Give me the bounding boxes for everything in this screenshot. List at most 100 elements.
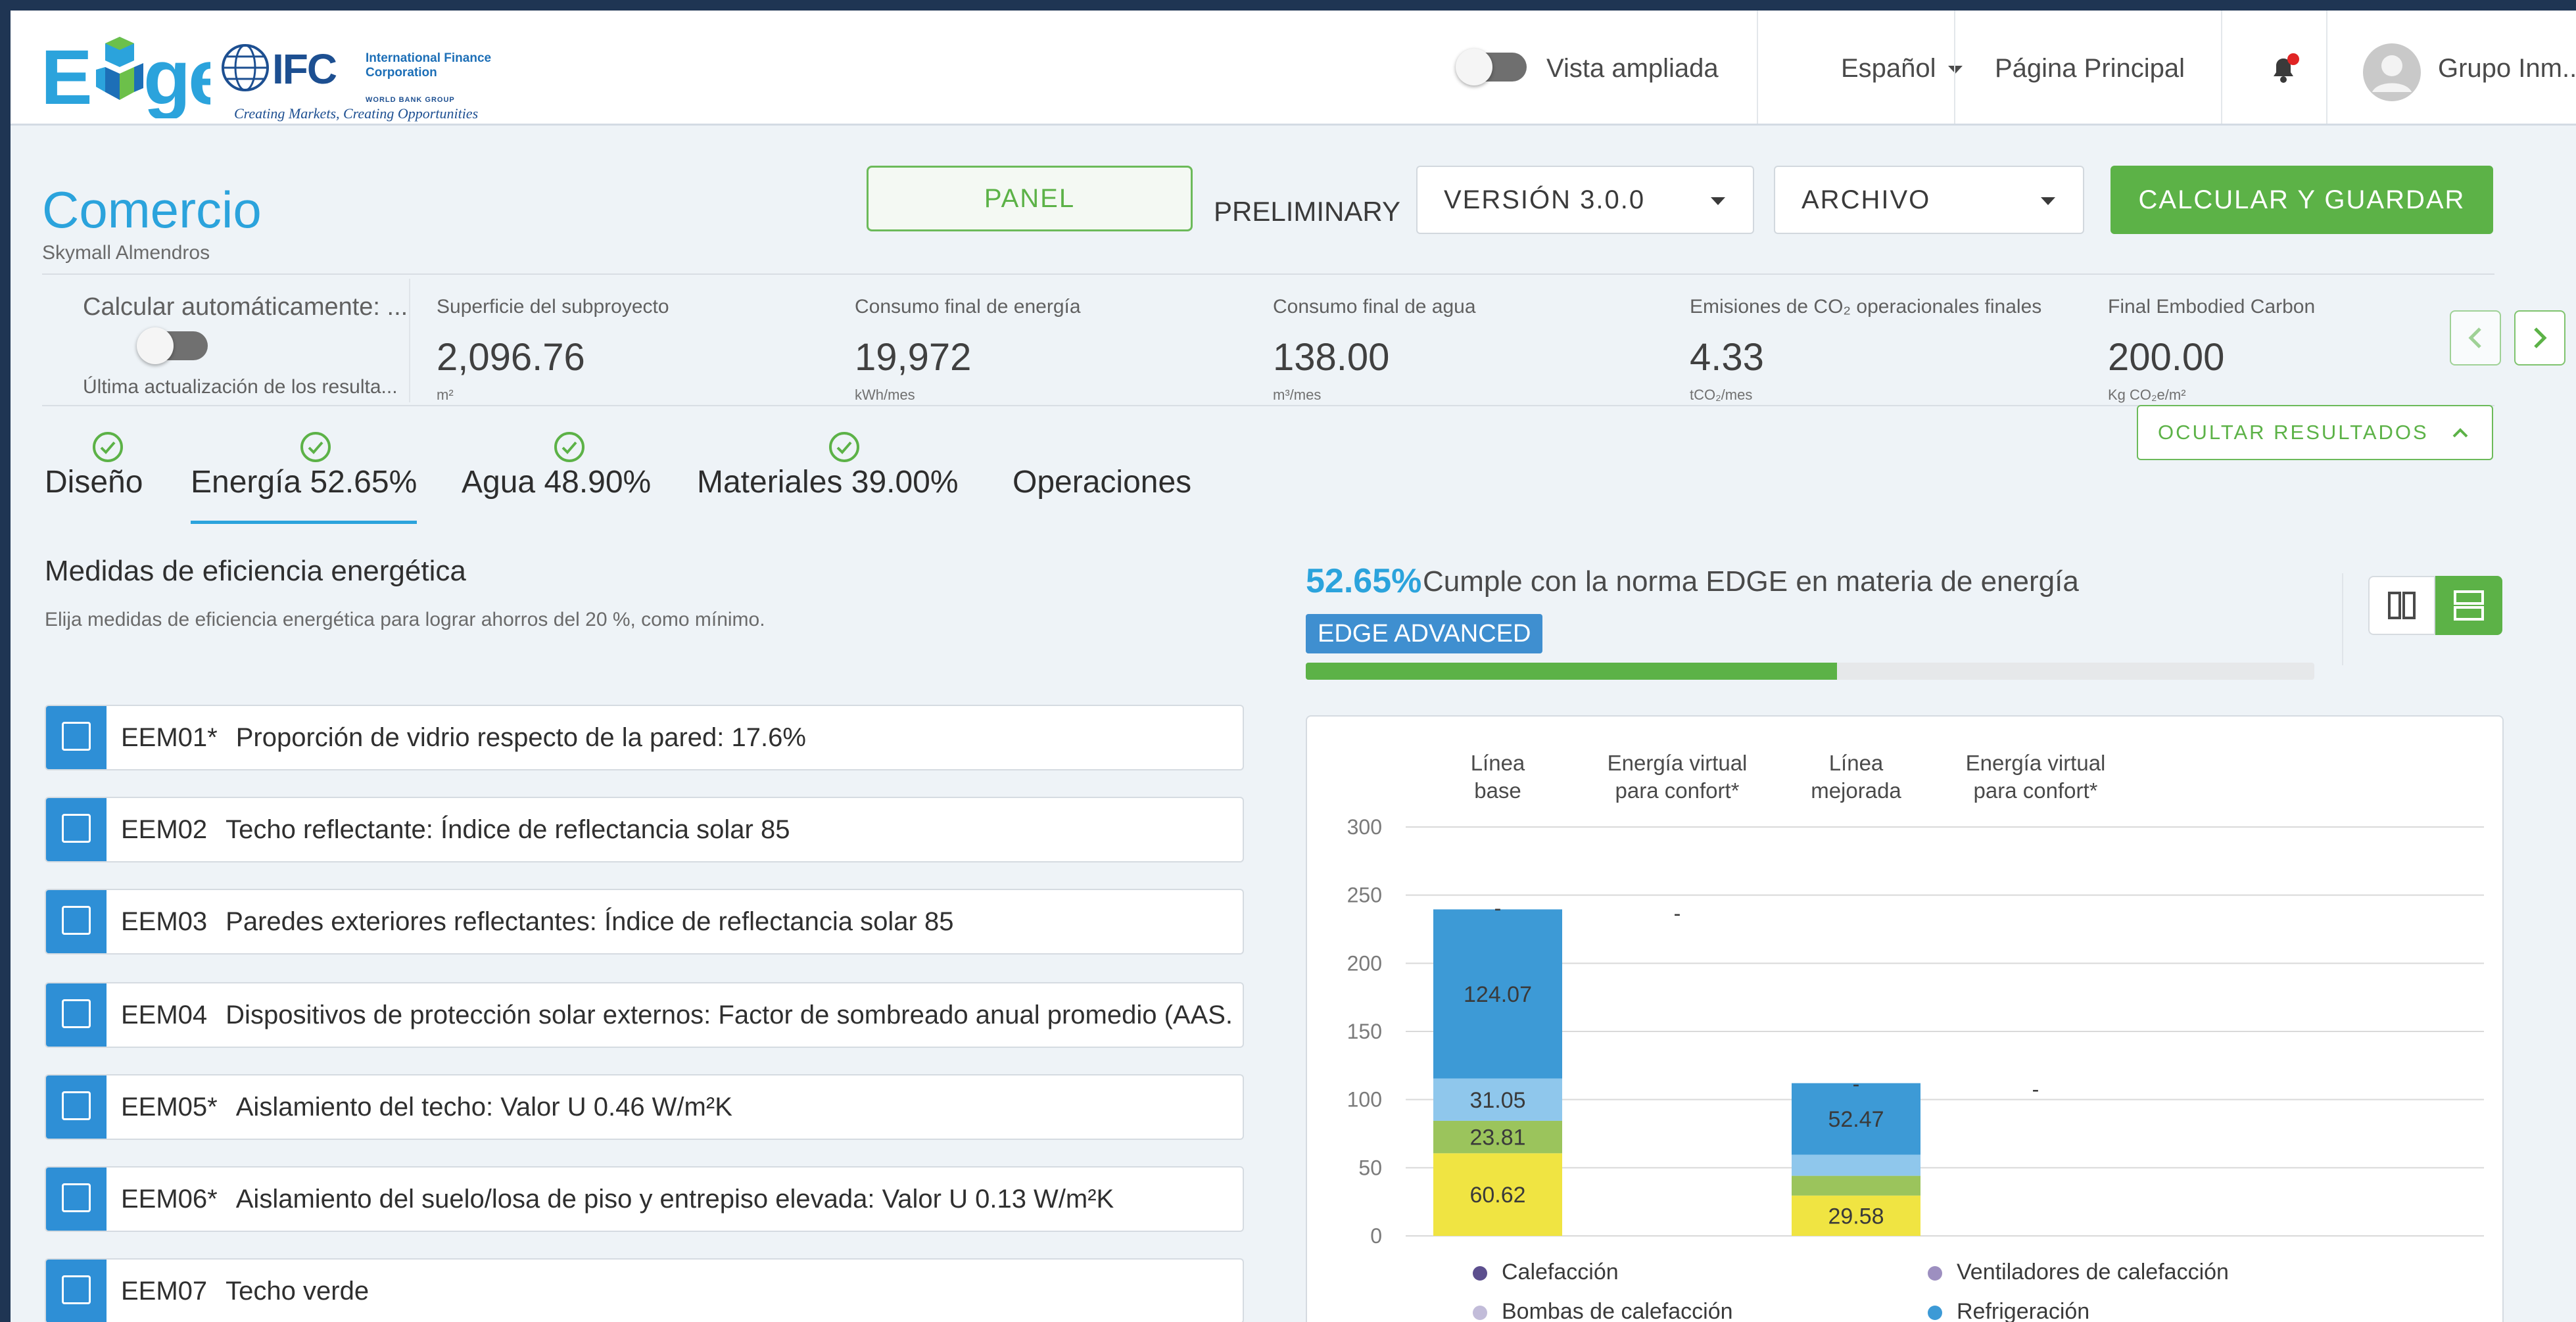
y-tick-label: 150	[1347, 1020, 1382, 1043]
view-rows-button[interactable]	[2435, 576, 2502, 635]
legend-swatch	[1473, 1266, 1487, 1281]
avatar[interactable]	[2363, 43, 2421, 101]
measure-text: EEM04 Dispositivos de protección solar ex…	[121, 983, 1232, 1047]
legend-item: Ventiladores de calefacción	[1928, 1260, 2229, 1285]
checkbox[interactable]	[62, 906, 91, 935]
category-label: para confort*	[1615, 778, 1740, 803]
view-columns-button[interactable]	[2368, 576, 2435, 635]
divider	[42, 405, 2494, 406]
notification-dot-icon	[2287, 53, 2299, 65]
chevron-right-icon	[2534, 327, 2547, 348]
hide-results-label: OCULTAR RESULTADOS	[2158, 421, 2429, 444]
archivo-value: ARCHIVO	[1801, 185, 1931, 214]
y-tick-label: 0	[1370, 1224, 1382, 1248]
measure-code: EEM04	[121, 1001, 208, 1029]
y-tick-label: 100	[1347, 1088, 1382, 1112]
nav-divider	[2326, 11, 2327, 124]
top-bar: E ge IFC International Finance Corporati…	[11, 11, 2576, 126]
ifc-letters: IFC	[272, 45, 337, 93]
compliance-progress-bar	[1306, 663, 2314, 680]
measure-code: EEM05*	[121, 1093, 218, 1121]
compliance-text: Cumple con la norma EDGE en materia de e…	[1423, 565, 2079, 598]
active-tab-indicator	[191, 521, 417, 524]
checkbox[interactable]	[62, 999, 91, 1028]
check-circle-icon	[829, 432, 859, 462]
results-prev-button[interactable]	[2450, 310, 2501, 366]
edge-logo[interactable]: E ge	[39, 13, 210, 118]
checkbox-area	[46, 1075, 107, 1139]
measure-row-eem07[interactable]: EEM07 Techo verde	[45, 1258, 1244, 1322]
total-marker: -	[2032, 1077, 2039, 1101]
tab-agua[interactable]: Agua 48.90%	[462, 464, 651, 500]
tab-operaciones[interactable]: Operaciones	[1013, 464, 1191, 500]
panel-button[interactable]: PANEL	[867, 166, 1193, 231]
columns-icon	[2388, 592, 2416, 619]
measure-description: Aislamiento del suelo/losa de piso y ent…	[235, 1185, 1114, 1214]
measure-row-eem03[interactable]: EEM03 Paredes exteriores reflectantes: Ín…	[45, 889, 1244, 955]
globe-icon	[222, 44, 269, 91]
result-unit: m³/mes	[1273, 387, 1322, 403]
language-dropdown[interactable]: Español	[1841, 54, 1963, 83]
results-next-button[interactable]	[2514, 310, 2565, 366]
result-label: Consumo final de agua	[1273, 296, 1476, 318]
checkbox-area	[46, 798, 107, 861]
checkbox-area	[46, 706, 107, 769]
checkbox-area	[46, 983, 107, 1047]
calculate-save-button[interactable]: CALCULAR Y GUARDAR	[2111, 166, 2493, 234]
vista-ampliada-toggle[interactable]	[1456, 49, 1527, 85]
measure-row-eem04[interactable]: EEM04 Dispositivos de protección solar ex…	[45, 982, 1244, 1048]
check-circle-icon	[300, 432, 331, 462]
legend-swatch	[1473, 1306, 1487, 1321]
measure-description: Aislamiento del techo: Valor U 0.46 W/m²…	[235, 1093, 732, 1121]
legend-item: Refrigeración	[1928, 1299, 2089, 1322]
legend-label: Refrigeración	[1957, 1299, 2090, 1322]
result-value: 138.00	[1273, 336, 1390, 379]
measure-row-eem05[interactable]: EEM05* Aislamiento del techo: Valor U 0.4…	[45, 1074, 1244, 1140]
measure-text: EEM06* Aislamiento del suelo/losa de piso…	[121, 1168, 1232, 1231]
ifc-logo[interactable]: IFC International Finance Corporation WO…	[221, 34, 510, 122]
result-label: Final Embodied Carbon	[2108, 296, 2316, 318]
y-tick-label: 250	[1347, 884, 1382, 907]
checkbox[interactable]	[62, 722, 91, 751]
result-value: 2,096.76	[437, 336, 585, 379]
nav-divider	[1954, 11, 1955, 124]
checkbox[interactable]	[62, 1091, 91, 1120]
home-link[interactable]: Página Principal	[1995, 54, 2185, 83]
tab-energia[interactable]: Energía 52.65%	[191, 464, 417, 500]
checkbox-area	[46, 1260, 107, 1322]
preliminary-label: PRELIMINARY	[1214, 196, 1400, 227]
legend-item: Calefacción	[1473, 1260, 1619, 1285]
nav-divider	[2221, 11, 2222, 124]
check-circle-icon	[554, 432, 584, 462]
version-select[interactable]: VERSIÓN 3.0.0	[1416, 166, 1754, 234]
nav-divider	[1757, 11, 1758, 124]
checkbox[interactable]	[62, 1183, 91, 1212]
measure-text: EEM01* Proporción de vidrio respecto de l…	[121, 706, 1232, 769]
bell-icon[interactable]	[2266, 51, 2301, 87]
hide-results-button[interactable]: OCULTAR RESULTADOS	[2137, 405, 2493, 460]
data-label: 52.47	[1828, 1107, 1884, 1132]
toggle-knob	[137, 327, 174, 364]
tab-materiales[interactable]: Materiales 39.00%	[697, 464, 959, 500]
user-name[interactable]: Grupo Inm...	[2438, 54, 2576, 83]
legend-item: Bombas de calefacción	[1473, 1299, 1733, 1322]
measure-row-eem06[interactable]: EEM06* Aislamiento del suelo/losa de piso…	[45, 1166, 1244, 1232]
toggle-knob	[1456, 49, 1492, 85]
vista-ampliada-label: Vista ampliada	[1546, 54, 1719, 83]
progress-fill	[1306, 663, 1837, 680]
category-label: Línea	[1829, 751, 1884, 775]
measure-row-eem01[interactable]: EEM01* Proporción de vidrio respecto de l…	[45, 705, 1244, 770]
check-circle-icon	[93, 432, 123, 462]
checkbox[interactable]	[62, 814, 91, 843]
category-label: mejorada	[1811, 778, 1901, 803]
archivo-select[interactable]: ARCHIVO	[1774, 166, 2084, 234]
category-label: base	[1474, 778, 1521, 803]
auto-calc-toggle[interactable]	[137, 327, 208, 364]
data-label: 124.07	[1464, 982, 1532, 1007]
compliance-percent: 52.65%	[1306, 562, 1422, 600]
legend-swatch	[1928, 1266, 1942, 1281]
measure-row-eem02[interactable]: EEM02 Techo reflectante: Índice de reflec…	[45, 797, 1244, 862]
checkbox[interactable]	[62, 1275, 91, 1304]
project-name: Skymall Almendros	[42, 242, 210, 264]
tab-diseno[interactable]: Diseño	[45, 464, 143, 500]
